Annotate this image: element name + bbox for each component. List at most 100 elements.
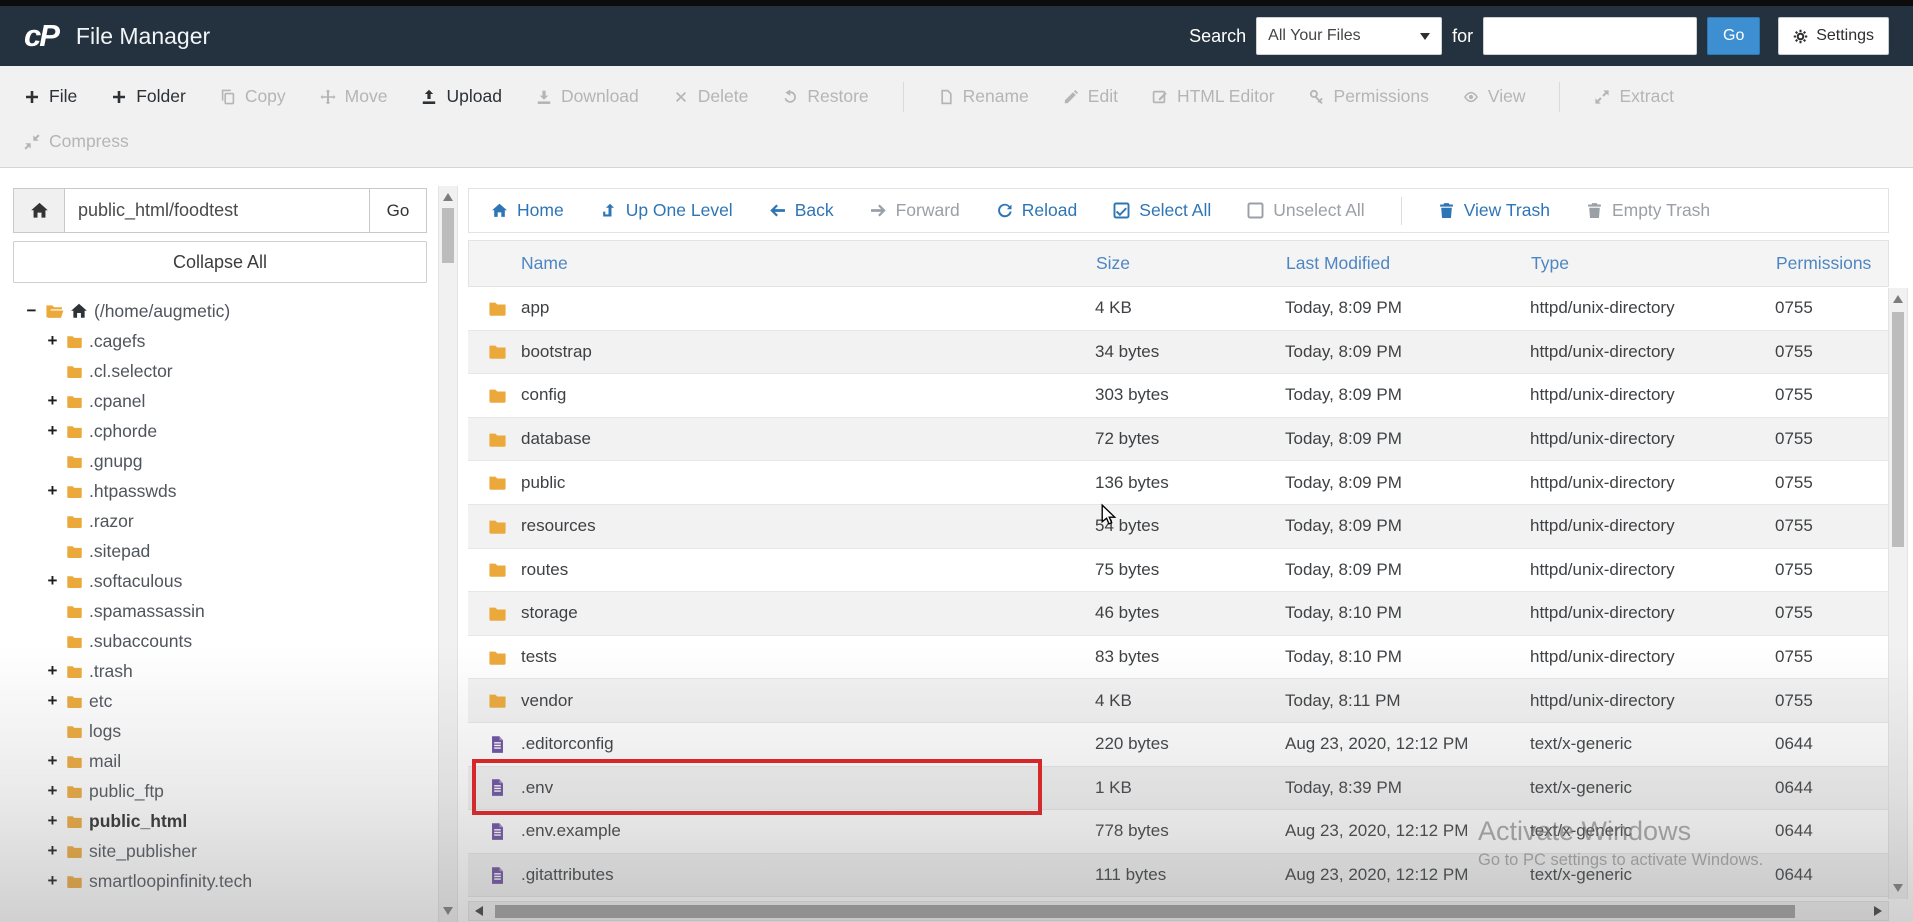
tree-item-public-html[interactable]: + public_html [24, 806, 436, 836]
home-button[interactable]: Home [491, 200, 564, 221]
tree-item-gnupg[interactable]: .gnupg [24, 446, 436, 476]
tree-item-cpanel[interactable]: + .cpanel [24, 386, 436, 416]
expand-toggle[interactable]: + [45, 331, 60, 351]
folder-icon [488, 691, 507, 710]
horizontal-scrollbar[interactable] [468, 901, 1889, 921]
tree-item-logs[interactable]: logs [24, 716, 436, 746]
tree-item-etc[interactable]: + etc [24, 686, 436, 716]
file-row-resources[interactable]: resources 54 bytes Today, 8:09 PM httpd/uni… [468, 504, 1889, 549]
tree-item-mail[interactable]: + mail [24, 746, 436, 776]
scroll-down-icon[interactable] [443, 907, 453, 915]
file-row-config[interactable]: config 303 bytes Today, 8:09 PM httpd/unix-… [468, 374, 1889, 418]
table-scrollbar-thumb[interactable] [1892, 312, 1904, 547]
tree-item-sitepad[interactable]: .sitepad [24, 536, 436, 566]
name-cell: .gitattributes [468, 865, 1095, 885]
toolbar: File Folder Copy Move Upload Download Delete Re… [0, 66, 1913, 168]
folder-icon [66, 693, 83, 710]
path-input[interactable] [65, 188, 370, 233]
column-header-last-modified[interactable]: Last Modified [1286, 253, 1531, 274]
scroll-right-icon[interactable] [1874, 906, 1882, 916]
sidebar-scrollbar[interactable] [438, 186, 458, 922]
expand-toggle[interactable]: + [45, 781, 60, 801]
up-one-level-button[interactable]: Up One Level [600, 200, 733, 221]
home-path-button[interactable] [13, 188, 65, 233]
tree-item-trash[interactable]: + .trash [24, 656, 436, 686]
collapse-all-button[interactable]: Collapse All [13, 241, 427, 283]
file-button[interactable]: File [24, 86, 77, 107]
path-go-button[interactable]: Go [370, 188, 427, 233]
empty-trash-label: Empty Trash [1611, 200, 1711, 220]
reload-button[interactable]: Reload [996, 200, 1077, 221]
column-header-size[interactable]: Size [1096, 253, 1286, 274]
search-scope-select[interactable]: All Your Files [1256, 17, 1443, 55]
file-row-app[interactable]: app 4 KB Today, 8:09 PM httpd/unix-director… [468, 287, 1889, 331]
expand-toggle[interactable]: + [45, 421, 60, 441]
tree-item-htpasswds[interactable]: + .htpasswds [24, 476, 436, 506]
horizontal-scrollbar-thumb[interactable] [495, 905, 1795, 918]
extract-button: Extract [1594, 86, 1674, 107]
expand-toggle[interactable]: + [45, 871, 60, 891]
scroll-up-icon[interactable] [443, 193, 453, 201]
scroll-left-icon[interactable] [475, 906, 483, 916]
tree-item-cagefs[interactable]: + .cagefs [24, 326, 436, 356]
scroll-up-icon[interactable] [1893, 295, 1903, 303]
expand-toggle[interactable]: + [45, 811, 60, 831]
collapse-toggle[interactable]: − [24, 301, 39, 321]
folder-icon [66, 723, 83, 740]
folder-icon [488, 560, 507, 579]
edit-button: Edit [1063, 86, 1118, 107]
folder-icon [66, 783, 83, 800]
copy-label: Copy [244, 86, 286, 106]
tree-item-label: .subaccounts [89, 630, 193, 651]
file-row-tests[interactable]: tests 83 bytes Today, 8:10 PM httpd/unix-di… [468, 635, 1889, 680]
column-header-permissions[interactable]: Permissions [1776, 253, 1888, 274]
tree-item-public-ftp[interactable]: + public_ftp [24, 776, 436, 806]
tree-root-item[interactable]: − (/home/augmetic) [24, 296, 436, 326]
tree-item-subaccounts[interactable]: .subaccounts [24, 626, 436, 656]
sidebar-scrollbar-thumb[interactable] [442, 208, 454, 263]
rename-icon [938, 89, 954, 105]
search-input[interactable] [1483, 17, 1698, 55]
column-header-name[interactable]: Name [469, 253, 1096, 274]
tree-item-site-publisher[interactable]: + site_publisher [24, 836, 436, 866]
back-button[interactable]: Back [769, 200, 834, 221]
expand-toggle[interactable]: + [45, 661, 60, 681]
search-go-button[interactable]: Go [1707, 17, 1761, 55]
file-row-database[interactable]: database 72 bytes Today, 8:09 PM httpd/unix… [468, 417, 1889, 462]
expand-toggle[interactable]: + [45, 691, 60, 711]
tree-item-softaculous[interactable]: + .softaculous [24, 566, 436, 596]
permissions-cell: 0755 [1775, 429, 1813, 449]
expand-toggle[interactable]: + [45, 481, 60, 501]
tree-item-razor[interactable]: .razor [24, 506, 436, 536]
file-name: tests [521, 647, 557, 667]
file-row-storage[interactable]: storage 46 bytes Today, 8:10 PM httpd/unix-… [468, 592, 1889, 636]
file-row-bootstrap[interactable]: bootstrap 34 bytes Today, 8:09 PM httpd/uni… [468, 330, 1889, 375]
settings-button[interactable]: Settings [1778, 17, 1889, 55]
tree-item-label: .spamassassin [89, 600, 205, 621]
file-row-public[interactable]: public 136 bytes Today, 8:09 PM httpd/unix-… [468, 461, 1889, 505]
column-header-type[interactable]: Type [1531, 253, 1776, 274]
modified-cell: Today, 8:09 PM [1285, 298, 1402, 318]
file-row-vendor[interactable]: vendor 4 KB Today, 8:11 PM httpd/unix-direc… [468, 679, 1889, 723]
tree-item-spamassassin[interactable]: .spamassassin [24, 596, 436, 626]
name-cell: public [468, 473, 1095, 493]
table-scrollbar[interactable] [1888, 288, 1908, 899]
scroll-down-icon[interactable] [1893, 884, 1903, 892]
permissions-cell: 0755 [1775, 647, 1813, 667]
view-trash-button[interactable]: View Trash [1438, 200, 1550, 221]
expand-toggle[interactable]: + [45, 391, 60, 411]
select-all-button[interactable]: Select All [1113, 200, 1211, 221]
tree-item-cphorde[interactable]: + .cphorde [24, 416, 436, 446]
expand-toggle[interactable]: + [45, 751, 60, 771]
tree-item-smartloopinfinity-tech[interactable]: + smartloopinfinity.tech [24, 866, 436, 896]
expand-toggle[interactable]: + [45, 571, 60, 591]
name-cell: resources [468, 516, 1095, 536]
size-cell: 75 bytes [1095, 559, 1160, 579]
tree-item-cl-selector[interactable]: .cl.selector [24, 356, 436, 386]
upload-button[interactable]: Upload [421, 86, 502, 107]
folder-button[interactable]: Folder [111, 86, 186, 107]
extract-label: Extract [1619, 86, 1674, 106]
x-icon [673, 89, 689, 105]
file-row-routes[interactable]: routes 75 bytes Today, 8:09 PM httpd/unix-d… [468, 548, 1889, 593]
expand-toggle[interactable]: + [45, 841, 60, 861]
